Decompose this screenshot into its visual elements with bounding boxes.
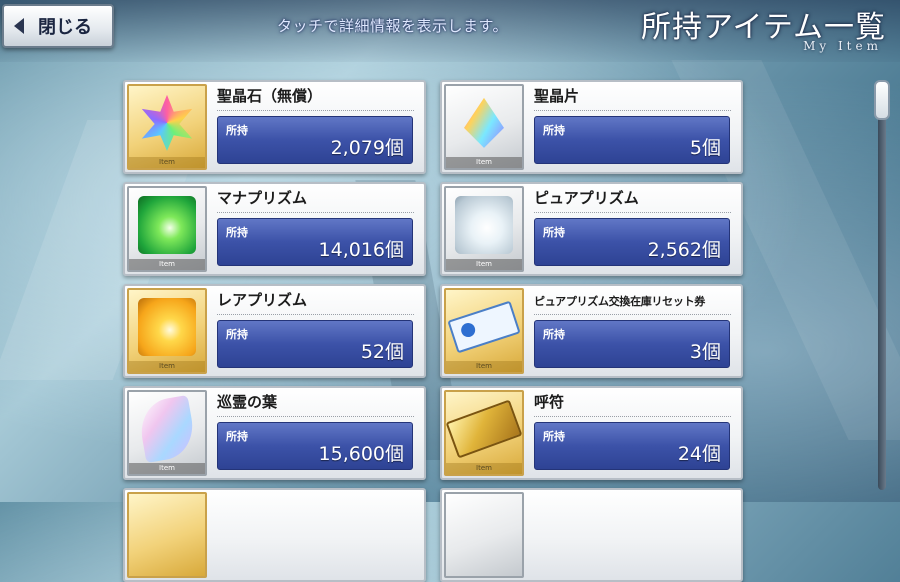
item-name: 聖晶片 <box>534 87 580 105</box>
item-card-pure-prism[interactable]: Item ピュアプリズム 所持 2,562個 <box>440 182 743 276</box>
item-name: レアプリズム <box>217 291 308 309</box>
thumb-tag: Item <box>129 361 205 372</box>
count-label: 所持 <box>543 328 565 341</box>
count-label: 所持 <box>226 430 248 443</box>
thumb-tag: Item <box>446 259 522 270</box>
thumb-tag: Item <box>446 157 522 168</box>
count-label: 所持 <box>226 124 248 137</box>
divider <box>217 314 414 315</box>
item-card-reset-ticket[interactable]: Item ピュアプリズム交換在庫リセット券 所持 3個 <box>440 284 743 378</box>
count-value: 2,079個 <box>330 137 404 159</box>
summon-ticket-icon <box>446 399 522 459</box>
pure-prism-cube-icon <box>455 195 513 254</box>
item-thumbnail: Item <box>444 186 524 272</box>
item-thumbnail: Item <box>127 186 207 272</box>
close-button[interactable]: 閉じる <box>2 4 114 48</box>
item-thumbnail <box>444 492 524 578</box>
item-name: ピュアプリズム交換在庫リセット券 <box>534 295 705 308</box>
page-subtitle: My Item <box>803 39 882 53</box>
item-card-quartz-fragment[interactable]: Item 聖晶片 所持 5個 <box>440 80 743 174</box>
header-bar: 閉じる タッチで詳細情報を表示します。 所持アイテム一覧 My Item <box>0 0 900 62</box>
count-label: 所持 <box>226 328 248 341</box>
count-value: 52個 <box>360 341 404 363</box>
close-label: 閉じる <box>38 17 92 38</box>
item-name: 聖晶石（無償） <box>217 87 323 105</box>
item-name: ピュアプリズム <box>534 189 639 207</box>
count-value: 24個 <box>677 443 721 465</box>
item-thumbnail: Item <box>444 84 524 170</box>
count-value: 14,016個 <box>318 239 404 261</box>
thumb-tag: Item <box>129 259 205 270</box>
thumb-tag: Item <box>446 361 522 372</box>
item-card-rare-prism[interactable]: Item レアプリズム 所持 52個 <box>123 284 426 378</box>
item-card-summon-ticket[interactable]: Item 呼符 所持 24個 <box>440 386 743 480</box>
chevron-left-icon <box>14 18 24 34</box>
divider <box>534 416 731 417</box>
reset-ticket-icon <box>447 300 521 354</box>
count-value: 3個 <box>689 341 721 363</box>
divider <box>534 110 731 111</box>
count-box: 所持 52個 <box>217 320 413 368</box>
quartz-fragment-icon <box>464 97 504 148</box>
divider <box>217 110 414 111</box>
count-label: 所持 <box>543 226 565 239</box>
divider <box>217 416 414 417</box>
item-card-saint-quartz[interactable]: Item 聖晶石（無償） 所持 2,079個 <box>123 80 426 174</box>
thumb-tag: Item <box>129 157 205 168</box>
item-name: マナプリズム <box>217 189 308 207</box>
count-label: 所持 <box>543 430 565 443</box>
count-box: 所持 2,079個 <box>217 116 413 164</box>
count-box: 所持 15,600個 <box>217 422 413 470</box>
count-label: 所持 <box>226 226 248 239</box>
scrollbar-thumb[interactable] <box>874 80 890 120</box>
count-box: 所持 3個 <box>534 320 730 368</box>
scrollbar-track[interactable] <box>878 86 886 490</box>
item-thumbnail <box>127 492 207 578</box>
count-box: 所持 14,016個 <box>217 218 413 266</box>
divider <box>217 212 414 213</box>
divider <box>534 212 731 213</box>
ticket-emblem <box>459 321 477 339</box>
count-value: 15,600個 <box>318 443 404 465</box>
count-box: 所持 24個 <box>534 422 730 470</box>
saint-quartz-star-icon <box>141 94 193 151</box>
item-thumbnail: Item <box>127 84 207 170</box>
count-box: 所持 2,562個 <box>534 218 730 266</box>
item-thumbnail: Item <box>127 288 207 374</box>
thumb-tag: Item <box>129 463 205 474</box>
item-thumbnail: Item <box>444 288 524 374</box>
rare-prism-cube-icon <box>138 297 196 356</box>
item-card-mana-prism[interactable]: Item マナプリズム 所持 14,016個 <box>123 182 426 276</box>
item-name: 呼符 <box>534 393 565 411</box>
item-card-partial[interactable] <box>123 488 426 582</box>
count-box: 所持 5個 <box>534 116 730 164</box>
item-card-partial[interactable] <box>440 488 743 582</box>
item-name: 巡霊の葉 <box>217 393 278 411</box>
touch-hint-text: タッチで詳細情報を表示します。 <box>277 17 509 35</box>
count-value: 2,562個 <box>647 239 721 261</box>
mana-prism-cube-icon <box>138 195 196 254</box>
item-thumbnail: Item <box>127 390 207 476</box>
divider <box>534 314 731 315</box>
thumb-tag: Item <box>446 463 522 474</box>
item-thumbnail: Item <box>444 390 524 476</box>
count-label: 所持 <box>543 124 565 137</box>
count-value: 5個 <box>689 137 721 159</box>
item-card-spirit-leaf[interactable]: Item 巡霊の葉 所持 15,600個 <box>123 386 426 480</box>
spirit-leaf-icon <box>136 394 198 463</box>
